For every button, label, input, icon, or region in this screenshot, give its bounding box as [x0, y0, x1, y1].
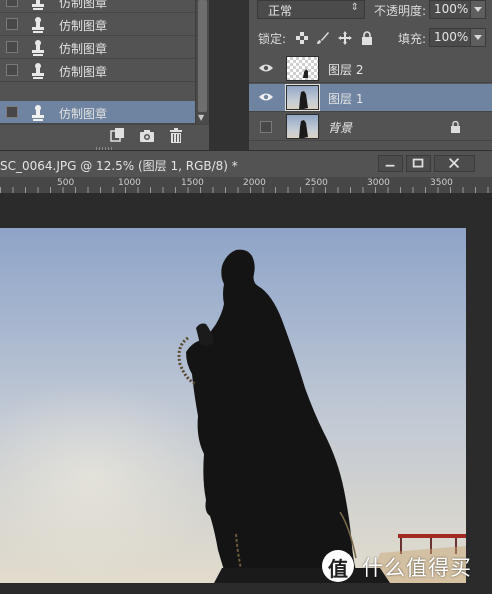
thumbnail-content	[299, 120, 308, 138]
layer-row-background[interactable]: 背景	[249, 113, 492, 141]
lock-icon	[451, 121, 460, 133]
watermark-text: 什么值得买	[362, 556, 472, 580]
history-item-label: 仿制图章	[59, 65, 108, 79]
layer-name[interactable]: 图层 1	[328, 90, 363, 107]
panel-divider	[209, 0, 249, 150]
history-item-label: 仿制图章	[59, 0, 108, 10]
thumbnail-content	[299, 91, 308, 109]
watermark-badge: 值	[322, 550, 354, 582]
history-item[interactable]: 仿制图章	[0, 0, 195, 13]
chevron-down-icon	[474, 35, 482, 40]
visibility-toggle[interactable]	[260, 121, 272, 133]
history-item[interactable]: 仿制图章	[0, 13, 195, 36]
layer-thumbnail	[285, 84, 320, 111]
history-item-label: 仿制图章	[59, 19, 108, 33]
maximize-button[interactable]	[406, 155, 431, 172]
close-button[interactable]	[434, 155, 475, 172]
clone-stamp-icon	[32, 17, 44, 33]
lock-brush-icon[interactable]	[316, 31, 330, 45]
history-checkbox[interactable]	[6, 18, 18, 30]
history-checkbox[interactable]	[6, 64, 18, 76]
ruler-tick-marks	[0, 187, 492, 193]
layer-name[interactable]: 图层 2	[328, 61, 363, 78]
layers-panel: 正常 ⇕ 不透明度: 100% 锁定: 填充: 100% 图层 2 图层 1 背…	[249, 0, 492, 150]
document-title-bar[interactable]: SC_0064.JPG @ 12.5% (图层 1, RGB/8) *	[0, 150, 492, 177]
trash-icon[interactable]	[168, 128, 184, 143]
dropdown-arrows-icon: ⇕	[350, 2, 359, 13]
opacity-input[interactable]: 100%	[429, 0, 471, 19]
clone-stamp-icon	[32, 40, 44, 56]
thumbnail-content	[303, 69, 308, 78]
layer-thumbnail	[286, 114, 319, 139]
history-footer	[0, 124, 209, 146]
blend-mode-dropdown[interactable]: 正常 ⇕	[257, 0, 365, 19]
minimize-icon	[385, 164, 395, 167]
camera-icon[interactable]	[139, 128, 155, 143]
clone-stamp-icon	[32, 105, 44, 121]
clone-stamp-icon	[32, 0, 44, 10]
maximize-icon	[412, 158, 424, 168]
statue-silhouette	[177, 249, 466, 583]
history-item-selected[interactable]: 仿制图章	[0, 101, 195, 124]
history-item[interactable]: 仿制图章	[0, 59, 195, 82]
lock-label: 锁定:	[258, 32, 287, 46]
new-document-icon[interactable]	[109, 128, 125, 143]
history-item[interactable]: 仿制图章	[0, 36, 195, 59]
layer-row-layer-1[interactable]: 图层 1	[249, 84, 492, 112]
history-item-label: 仿制图章	[59, 107, 108, 121]
minimize-button[interactable]	[378, 155, 403, 172]
history-checkbox[interactable]	[6, 41, 18, 53]
history-checkbox[interactable]	[6, 106, 18, 118]
horizontal-ruler[interactable]: 500 1000 1500 2000 2500 3000 3500	[0, 177, 492, 194]
document-title: SC_0064.JPG @ 12.5% (图层 1, RGB/8) *	[0, 159, 238, 173]
opacity-dropdown-button[interactable]	[470, 0, 486, 19]
opacity-label: 不透明度:	[374, 4, 427, 18]
blend-mode-value: 正常	[268, 4, 293, 18]
fill-label: 填充:	[398, 32, 427, 46]
history-checkbox[interactable]	[6, 0, 18, 7]
watermark-badge-text: 值	[328, 557, 348, 581]
layer-thumbnail	[286, 56, 319, 81]
eye-icon[interactable]	[259, 63, 273, 73]
history-panel: 仿制图章 仿制图章 仿制图章 仿制图章 仿制图章 ▼	[0, 0, 209, 150]
history-scrollbar[interactable]: ▼	[195, 0, 209, 124]
document-canvas[interactable]	[0, 194, 492, 594]
lock-transparent-icon[interactable]	[295, 31, 309, 45]
clone-stamp-icon	[32, 63, 44, 79]
scrollbar-thumb[interactable]	[198, 0, 207, 112]
fill-dropdown-button[interactable]	[470, 28, 486, 47]
history-item-label: 仿制图章	[59, 42, 108, 56]
photo-canvas[interactable]	[0, 228, 466, 583]
vertical-scroll-area[interactable]	[466, 228, 492, 583]
lock-move-icon[interactable]	[338, 31, 352, 45]
lock-all-icon[interactable]	[360, 31, 374, 45]
fill-input[interactable]: 100%	[429, 28, 471, 47]
eye-icon[interactable]	[259, 92, 273, 102]
scroll-down-arrow-icon[interactable]: ▼	[198, 113, 204, 122]
layer-row-layer-2[interactable]: 图层 2	[249, 55, 492, 83]
close-icon	[449, 158, 460, 169]
layer-name[interactable]: 背景	[328, 119, 352, 136]
chevron-down-icon	[474, 7, 482, 12]
